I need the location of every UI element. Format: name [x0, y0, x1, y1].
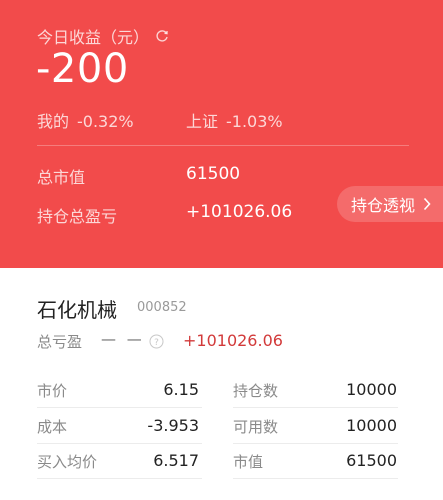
price-value: 6.15	[163, 380, 199, 399]
cost-label: 成本	[37, 418, 68, 436]
stock-code: 000852	[137, 300, 187, 315]
refresh-icon[interactable]	[155, 29, 169, 43]
row-divider	[37, 443, 202, 444]
row-divider	[37, 478, 202, 479]
row-divider	[37, 407, 202, 408]
today-earnings-label: 今日收益（元）	[37, 24, 169, 48]
stock-total-pnl-value: +101026.06	[183, 331, 283, 350]
stock-total-pnl-label: 总亏盈	[37, 333, 83, 351]
svg-text:?: ?	[154, 338, 159, 348]
stock-market-value-label: 市值	[233, 453, 264, 471]
avg-buy-price-value: 6.517	[153, 451, 199, 470]
cost-value: -3.953	[147, 416, 199, 435]
stock-market-value: 61500	[346, 451, 397, 470]
row-divider	[233, 443, 398, 444]
row-divider	[233, 407, 398, 408]
price-label: 市价	[37, 382, 68, 400]
index-return-value: -1.03%	[226, 112, 283, 131]
position-analysis-button[interactable]: 持仓透视	[337, 186, 443, 222]
chevron-right-icon	[423, 197, 431, 211]
available-value: 10000	[346, 416, 397, 435]
my-return-label: 我的	[37, 112, 70, 131]
index-return: 上证 -1.03%	[186, 108, 283, 132]
summary-header: 今日收益（元） -200 我的 -0.32% 上证 -1.03% 总市值 61500…	[0, 0, 443, 268]
market-value-label: 总市值	[37, 168, 86, 187]
available-label: 可用数	[233, 418, 279, 436]
stock-total-pnl-dash: — —	[101, 330, 145, 348]
index-return-label: 上证	[186, 112, 219, 131]
summary-divider	[37, 145, 409, 146]
holdings-value: 10000	[346, 380, 397, 399]
position-analysis-label: 持仓透视	[351, 196, 416, 215]
stock-name[interactable]: 石化机械	[37, 294, 117, 323]
row-divider	[233, 478, 398, 479]
total-pnl-label: 持仓总盈亏	[37, 207, 118, 226]
today-earnings-label-text: 今日收益（元）	[37, 28, 150, 47]
my-return: 我的 -0.32%	[37, 108, 134, 132]
today-earnings-value: -200	[36, 46, 129, 92]
total-pnl-value: +101026.06	[186, 202, 293, 222]
my-return-value: -0.32%	[77, 112, 134, 131]
holdings-label: 持仓数	[233, 382, 279, 400]
avg-buy-price-label: 买入均价	[37, 453, 98, 471]
help-icon[interactable]: ?	[149, 334, 164, 349]
market-value: 61500	[186, 164, 241, 184]
